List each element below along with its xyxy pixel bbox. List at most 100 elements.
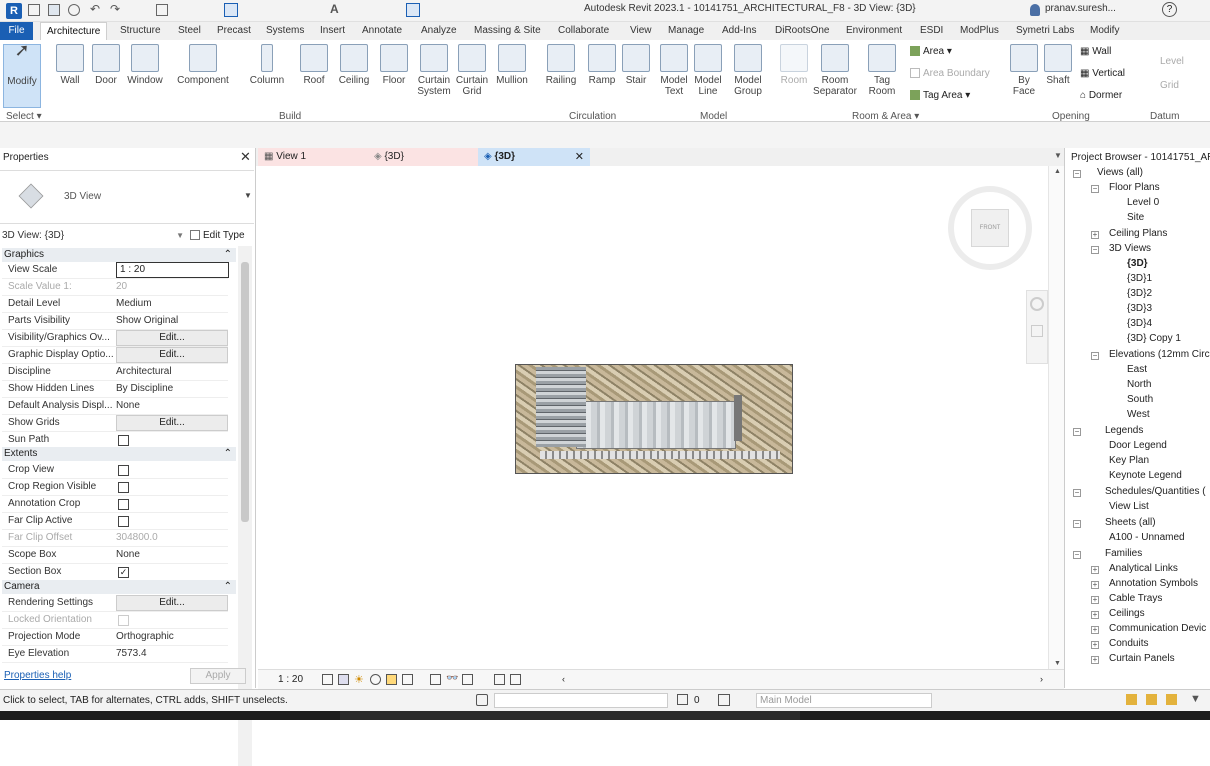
sun-path-icon[interactable]: ☀ [354,673,364,686]
tab-esdi[interactable]: ESDI [920,25,943,36]
graphic-display-edit-button[interactable]: Edit... [116,347,228,363]
prop-view-scale[interactable]: View Scale 1 : 20 [2,262,229,279]
prop-default-analysis[interactable]: Default Analysis Displ... None [2,398,228,415]
tree-3d-4[interactable]: {3D}4 [1127,318,1152,329]
3d-view-canvas[interactable]: FRONT [258,166,1048,669]
tree-3d-3[interactable]: {3D}3 [1127,303,1152,314]
tree-elevations[interactable]: Elevations (12mm Circ [1109,349,1210,360]
prop-eye-elevation[interactable]: Eye Elevation 7573.4 [2,646,228,663]
steering-wheel-icon[interactable] [1030,297,1044,311]
apply-button[interactable]: Apply [190,668,246,684]
tree-communication-devices[interactable]: Communication Devic [1109,623,1206,634]
visibility-graphics-edit-button[interactable]: Edit... [116,330,228,346]
section-extents[interactable]: Extents ⌃ [2,447,236,461]
horizontal-scroll-right-icon[interactable]: › [1040,674,1043,684]
tab-view[interactable]: View [630,25,652,36]
reveal-hidden-icon[interactable] [462,674,473,685]
tree-legends[interactable]: Legends [1105,425,1143,436]
tab-collaborate[interactable]: Collaborate [558,25,609,36]
wall-opening-button[interactable]: ▦ Wall [1080,46,1111,57]
ramp-button[interactable]: Ramp [586,44,618,86]
select-links-icon[interactable] [1126,694,1137,705]
tree-west[interactable]: West [1127,409,1150,420]
properties-scrollbar[interactable] [238,246,252,766]
show-grids-edit-button[interactable]: Edit... [116,415,228,431]
view-scale-input[interactable]: 1 : 20 [116,262,229,278]
prop-detail-level[interactable]: Detail Level Medium [2,296,228,313]
canvas-vertical-scrollbar[interactable]: ▲ ▼ [1048,166,1064,669]
sync-icon[interactable] [68,4,80,16]
roof-button[interactable]: Roof [298,44,330,86]
dormer-button[interactable]: ⌂ Dormer [1080,90,1122,101]
window-button[interactable]: Window [124,44,166,86]
tree-door-legend[interactable]: Door Legend [1109,440,1167,451]
tab-file[interactable]: File [0,22,33,40]
properties-help-link[interactable]: Properties help [4,670,71,681]
temporary-hide-icon[interactable]: 👓 [446,673,458,684]
prop-projection-mode[interactable]: Projection Mode Orthographic [2,629,228,646]
text-icon[interactable]: A [330,2,339,16]
switch-windows-icon[interactable] [406,3,420,17]
tree-families[interactable]: Families [1105,548,1142,559]
ceiling-button[interactable]: Ceiling [334,44,374,86]
annotation-crop-checkbox[interactable] [118,499,129,510]
zoom-icon[interactable] [1031,325,1043,337]
mullion-button[interactable]: Mullion [492,44,532,86]
viewcube-face[interactable]: FRONT [971,209,1009,247]
tag-room-button[interactable]: Tag Room [864,44,900,97]
tree-3d-2[interactable]: {3D}2 [1127,288,1152,299]
save-icon[interactable] [48,4,60,16]
revit-logo-icon[interactable]: R [6,3,22,19]
filter-icon[interactable]: ▼ [1190,693,1201,705]
editable-only-icon[interactable] [677,694,688,705]
render-icon[interactable] [386,674,397,685]
tree-key-plan[interactable]: Key Plan [1109,455,1149,466]
vertical-opening-button[interactable]: ▦ Vertical [1080,68,1125,79]
shaft-button[interactable]: Shaft [1042,44,1074,86]
tree-site[interactable]: Site [1127,212,1144,223]
measure-icon[interactable] [224,3,238,17]
tree-3d-copy-1[interactable]: {3D} Copy 1 [1127,333,1181,344]
crop-icon[interactable] [402,674,413,685]
tab-dirootsone[interactable]: DiRootsOne [775,25,829,36]
design-options-icon[interactable] [718,694,730,706]
tab-analyze[interactable]: Analyze [421,25,457,36]
component-button[interactable]: Component [174,44,232,86]
area-button[interactable]: Area ▾ [910,46,952,57]
group-select[interactable]: Select ▾ [6,111,42,122]
view-tab-3d-active[interactable]: ◈ {3D} ✕ [478,148,590,166]
select-underlay-icon[interactable] [1146,694,1157,705]
tab-insert[interactable]: Insert [320,25,345,36]
door-button[interactable]: Door [90,44,122,86]
railing-button[interactable]: Railing [543,44,579,86]
tree-keynote-legend[interactable]: Keynote Legend [1109,470,1182,481]
section-graphics[interactable]: Graphics ⌃ [2,248,236,262]
horizontal-scroll-left-icon[interactable]: ‹ [562,674,565,684]
sun-path-checkbox[interactable] [118,435,129,446]
select-pinned-icon[interactable] [1166,694,1177,705]
tab-structure[interactable]: Structure [120,25,161,36]
level-button[interactable]: Level [1160,56,1184,67]
wall-button[interactable]: Wall [54,44,86,86]
type-selector[interactable]: 3D View ▼ [0,170,254,224]
tree-3d-1[interactable]: {3D}1 [1127,273,1152,284]
shadows-icon[interactable] [370,674,381,685]
tree-conduits[interactable]: Conduits [1109,638,1148,649]
tab-annotate[interactable]: Annotate [362,25,402,36]
detail-level-icon[interactable] [322,674,333,685]
model-text-button[interactable]: Model Text [658,44,690,97]
by-face-button[interactable]: By Face [1008,44,1040,97]
section-camera[interactable]: Camera ⌃ [2,580,236,594]
tree-a100[interactable]: A100 - Unnamed [1109,532,1185,543]
prop-show-hidden-lines[interactable]: Show Hidden Lines By Discipline [2,381,228,398]
print-icon[interactable] [156,4,168,16]
viewcube[interactable]: FRONT [948,186,1032,270]
workset-icon[interactable] [476,694,488,706]
analysis-icon[interactable] [510,674,521,685]
open-icon[interactable] [28,4,40,16]
tab-steel[interactable]: Steel [178,25,201,36]
tree-south[interactable]: South [1127,394,1153,405]
grid-button[interactable]: Grid [1160,80,1179,91]
help-icon[interactable]: ? [1162,2,1177,17]
tree-north[interactable]: North [1127,379,1151,390]
